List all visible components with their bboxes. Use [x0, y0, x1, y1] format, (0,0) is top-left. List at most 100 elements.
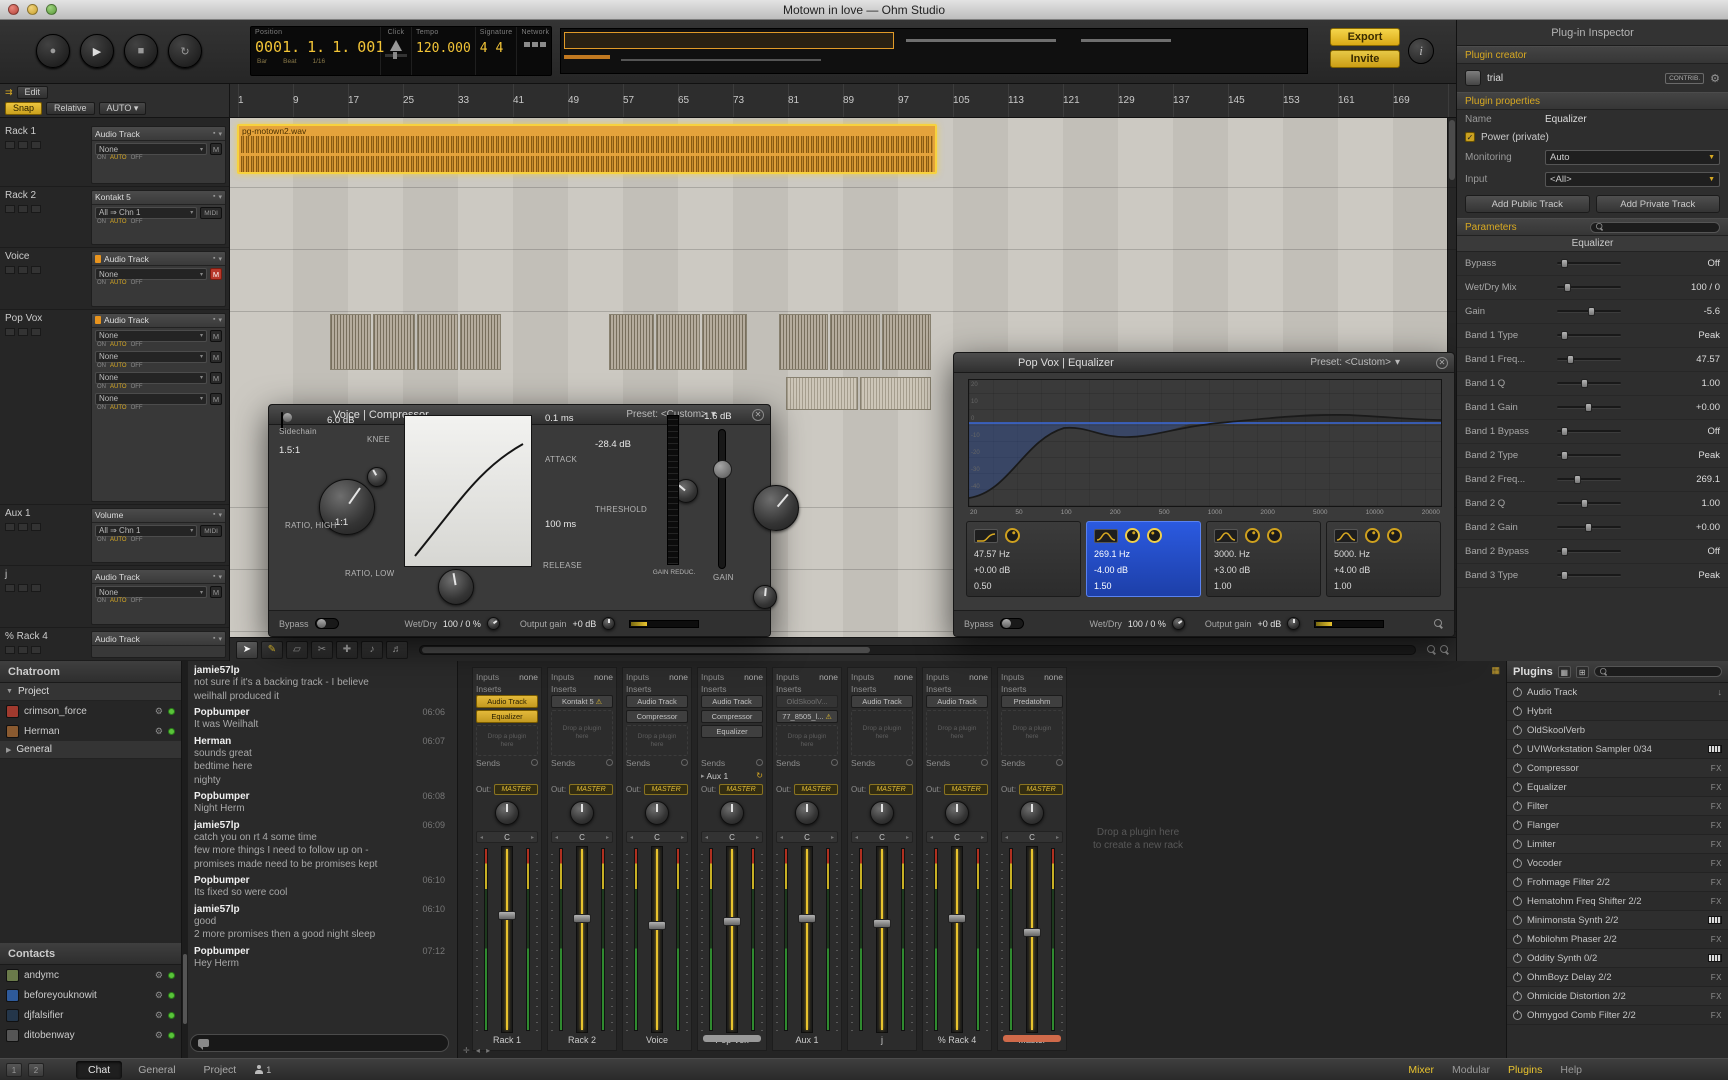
parameter-slider[interactable]	[1557, 550, 1621, 553]
output-routing[interactable]: MASTER	[869, 784, 913, 795]
rack-mini-widget[interactable]	[5, 266, 15, 274]
mute-button[interactable]: M	[210, 372, 222, 384]
plugin-list-item[interactable]: EqualizerFX	[1507, 778, 1728, 797]
io-select[interactable]: All ⇒ Chn 1▾	[95, 525, 197, 537]
mixer-channel[interactable]: InputsnoneInsertsOldSkoolV...77_8505_l..…	[772, 667, 842, 1051]
parameter-value[interactable]: 47.57	[1696, 354, 1720, 365]
loop-button[interactable]: ↻	[168, 34, 202, 68]
power-icon[interactable]	[1513, 840, 1522, 849]
pan-center-control[interactable]: ◂C▸	[1001, 831, 1063, 843]
io-select[interactable]: None▾	[95, 143, 207, 155]
eq-curve-display[interactable]: 20100-10-20-30-40	[968, 379, 1442, 507]
rack-mini-widget[interactable]	[5, 646, 15, 654]
parameter-value[interactable]: Off	[1708, 546, 1721, 557]
clip-group[interactable]	[779, 314, 931, 370]
bypass-toggle[interactable]	[1000, 618, 1024, 629]
insert-drop-zone[interactable]: Drop a pluginhere	[1001, 710, 1063, 756]
audio-clip[interactable]	[779, 314, 828, 370]
mute-button[interactable]: M	[210, 351, 222, 363]
channel-name[interactable]: Aux 1	[776, 1033, 838, 1048]
scissors-tool-icon[interactable]: ✂	[311, 641, 333, 659]
play-button[interactable]: ▶	[80, 34, 114, 68]
mute-button[interactable]: M	[210, 143, 222, 155]
rack-mini-widget[interactable]	[31, 266, 41, 274]
parameter-slider[interactable]	[1557, 406, 1621, 409]
power-icon[interactable]	[1513, 992, 1522, 1001]
pan-center-control[interactable]: ◂C▸	[626, 831, 688, 843]
pan-knob[interactable]	[570, 801, 594, 825]
chat-scrollbar[interactable]	[182, 661, 188, 1058]
click-volume-slider[interactable]	[385, 54, 407, 57]
band-knob[interactable]	[1245, 528, 1260, 543]
power-icon[interactable]	[1513, 707, 1522, 716]
parameter-slider[interactable]	[1557, 574, 1621, 577]
inputs-value[interactable]: none	[744, 672, 763, 682]
send-slot-icon[interactable]	[681, 759, 688, 766]
rack-name[interactable]: Aux 1	[5, 508, 87, 519]
close-icon[interactable]: ✕	[752, 409, 764, 421]
fader-handle[interactable]	[948, 914, 966, 923]
parameter-value[interactable]: Off	[1708, 258, 1721, 269]
mute-button[interactable]: M	[210, 268, 222, 280]
arrangement-overview[interactable]	[560, 28, 1308, 74]
view-toggle-plugins[interactable]: Plugins	[1508, 1064, 1542, 1076]
audio-clip[interactable]	[860, 377, 932, 410]
power-icon[interactable]	[1513, 935, 1522, 944]
fader-handle[interactable]	[873, 919, 891, 928]
insert-chip[interactable]: Audio Track	[851, 695, 913, 708]
eq-band-panel[interactable]: 5000. Hz+4.00 dB1.00	[1326, 521, 1441, 597]
inputs-value[interactable]: none	[894, 672, 913, 682]
pan-center-control[interactable]: ◂C▸	[701, 831, 763, 843]
output-routing[interactable]: MASTER	[719, 784, 763, 795]
pan-knob[interactable]	[720, 801, 744, 825]
ratio-low-knob[interactable]	[438, 569, 474, 605]
insert-chip[interactable]: 77_8505_l...⚠	[776, 710, 838, 723]
parameter-value[interactable]: 100 / 0	[1691, 282, 1720, 293]
chevron-down-icon[interactable]: ▾	[218, 316, 222, 324]
rack-mini-widget[interactable]	[31, 205, 41, 213]
rack-name[interactable]: Rack 1	[5, 126, 87, 137]
rack-name[interactable]: Voice	[5, 251, 87, 262]
plugins-search-input[interactable]	[1594, 666, 1722, 677]
band-knob[interactable]	[1365, 528, 1380, 543]
rack-mini-widget[interactable]	[5, 205, 15, 213]
plugin-list-item[interactable]: Mobilohm Phaser 2/2FX	[1507, 930, 1728, 949]
pan-knob[interactable]	[1020, 801, 1044, 825]
channel-fader[interactable]	[626, 846, 688, 1033]
parameter-value[interactable]: Peak	[1698, 570, 1720, 581]
hand-tool-icon[interactable]: ✚	[336, 641, 358, 659]
audio-clip[interactable]	[330, 314, 371, 370]
export-button[interactable]: Export	[1330, 28, 1400, 46]
grid-view-icon[interactable]: ▦	[1558, 666, 1571, 678]
band-knob[interactable]	[1005, 528, 1020, 543]
power-icon[interactable]	[1513, 973, 1522, 982]
gear-icon[interactable]: ⚙	[155, 1010, 163, 1021]
track-tile-header[interactable]: Volume▪▾	[92, 509, 225, 523]
chat-general-node[interactable]: ▶General	[0, 741, 181, 759]
tile-menu-icon[interactable]: ▪	[213, 635, 215, 643]
channel-fader[interactable]	[851, 846, 913, 1033]
insert-chip[interactable]: Equalizer	[476, 710, 538, 723]
parameter-slider[interactable]	[1557, 334, 1621, 337]
band-gain[interactable]: -4.00 dB	[1094, 562, 1193, 578]
power-icon[interactable]	[1513, 726, 1522, 735]
gear-icon[interactable]: ⚙	[155, 990, 163, 1001]
plugin-list-item[interactable]: CompressorFX	[1507, 759, 1728, 778]
mixer-channel[interactable]: InputsnoneInsertsAudio TrackCompressorEq…	[697, 667, 767, 1051]
eq-band-panel[interactable]: 3000. Hz+3.00 dB1.00	[1206, 521, 1321, 597]
channel-fader[interactable]	[476, 846, 538, 1033]
parameter-slider[interactable]	[1557, 382, 1621, 385]
rack-mini-widget[interactable]	[31, 141, 41, 149]
tempo-value[interactable]: 120.000	[416, 41, 471, 56]
rack-mini-widget[interactable]	[18, 141, 28, 149]
chevron-down-icon[interactable]: ▾	[218, 130, 222, 138]
band-shape-icon[interactable]	[1334, 529, 1358, 543]
send-slot-icon[interactable]	[1056, 759, 1063, 766]
output-gain-knob[interactable]	[602, 617, 615, 630]
mixer-channel[interactable]: InputsnoneInsertsAudio TrackCompressorDr…	[622, 667, 692, 1051]
tile-menu-icon[interactable]: ▪	[213, 316, 215, 324]
audio-clip[interactable]	[373, 314, 414, 370]
cursor-tool-icon[interactable]: ➤	[236, 641, 258, 659]
io-select[interactable]: None▾	[95, 586, 207, 598]
wetdry-knob[interactable]	[1172, 617, 1185, 630]
